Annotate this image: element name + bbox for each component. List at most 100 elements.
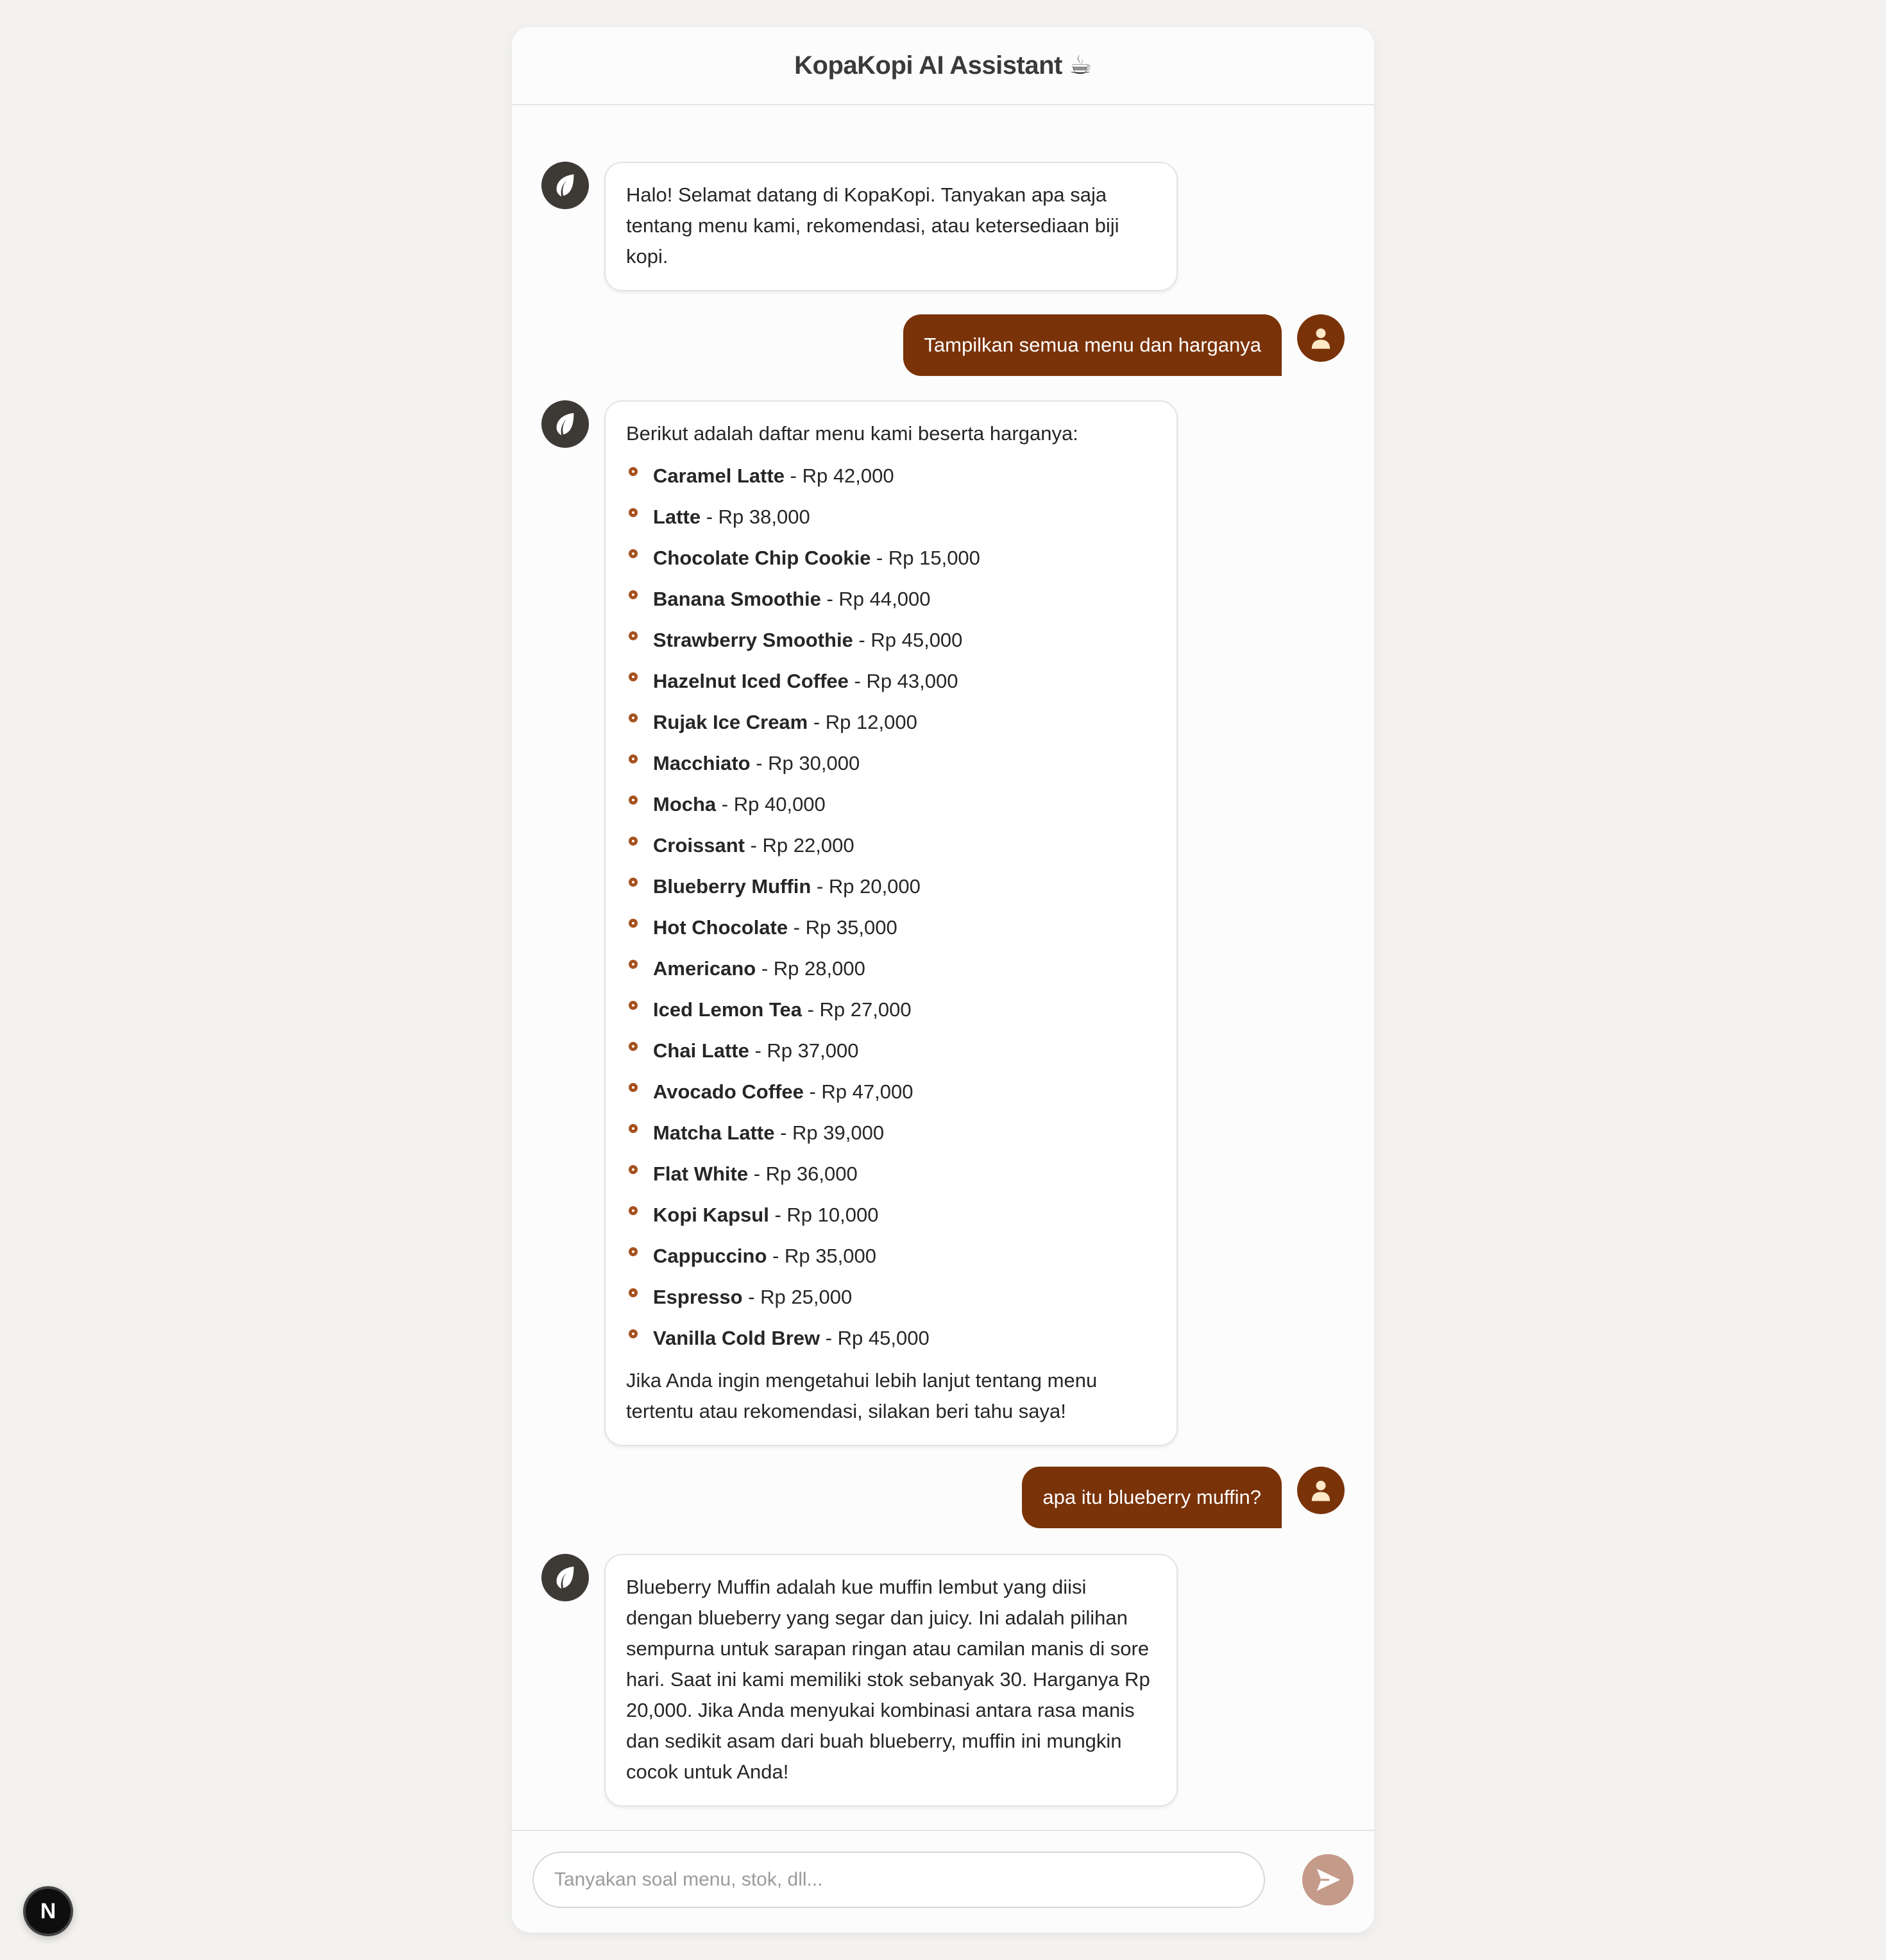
menu-item-price: - Rp 22,000 <box>744 834 854 856</box>
menu-item-price: - Rp 35,000 <box>767 1245 877 1267</box>
send-arrow-icon <box>1316 1868 1341 1891</box>
menu-item-price: - Rp 20,000 <box>811 875 921 898</box>
menu-item-name: Iced Lemon Tea <box>653 998 802 1021</box>
message-text: Halo! Selamat datang di KopaKopi. Tanyak… <box>626 183 1119 268</box>
user-icon <box>1311 1481 1330 1501</box>
leaf-icon <box>556 413 574 436</box>
menu-item-name: Croissant <box>653 834 745 856</box>
assistant-message: Berikut adalah daftar menu kami beserta … <box>541 400 1178 1446</box>
bullet-icon <box>629 1288 638 1297</box>
bullet-icon <box>629 919 638 928</box>
menu-item-price: - Rp 43,000 <box>848 670 958 692</box>
send-button[interactable] <box>1302 1854 1354 1905</box>
assistant-message: Blueberry Muffin adalah kue muffin lembu… <box>541 1554 1178 1807</box>
leaf-icon <box>556 174 574 197</box>
menu-item-name: Matcha Latte <box>653 1121 775 1144</box>
menu-item-price: - Rp 30,000 <box>750 752 860 774</box>
menu-item: Caramel Latte - Rp 42,000 <box>626 456 1156 497</box>
menu-item-price: - Rp 42,000 <box>785 464 894 487</box>
menu-item-price: - Rp 25,000 <box>742 1286 853 1308</box>
menu-item-name: Strawberry Smoothie <box>653 629 853 651</box>
menu-item-name: Caramel Latte <box>653 464 785 487</box>
menu-outro: Jika Anda ingin mengetahui lebih lanjut … <box>626 1369 1098 1422</box>
menu-item: Iced Lemon Tea - Rp 27,000 <box>626 989 1156 1030</box>
menu-item-name: Americano <box>653 957 756 980</box>
menu-item-name: Chai Latte <box>653 1039 749 1062</box>
menu-item-name: Hot Chocolate <box>653 916 788 939</box>
assistant-bubble: Blueberry Muffin adalah kue muffin lembu… <box>604 1554 1178 1807</box>
bullet-icon <box>629 1329 638 1338</box>
menu-item-name: Macchiato <box>653 752 751 774</box>
menu-item-name: Mocha <box>653 793 717 815</box>
menu-item-price: - Rp 28,000 <box>756 957 865 980</box>
menu-item: Rujak Ice Cream - Rp 12,000 <box>626 702 1156 743</box>
bullet-icon <box>629 1042 638 1051</box>
bullet-icon <box>629 1165 638 1174</box>
menu-list: Caramel Latte - Rp 42,000 Latte - Rp 38,0… <box>626 456 1156 1359</box>
menu-item: Strawberry Smoothie - Rp 45,000 <box>626 620 1156 661</box>
user-bubble: apa itu blueberry muffin? <box>1022 1467 1282 1528</box>
bullet-icon <box>629 631 638 640</box>
menu-item: Croissant - Rp 22,000 <box>626 825 1156 866</box>
menu-item: Vanilla Cold Brew - Rp 45,000 <box>626 1318 1156 1359</box>
menu-item-price: - Rp 36,000 <box>748 1163 858 1185</box>
bullet-icon <box>629 508 638 517</box>
assistant-message: Halo! Selamat datang di KopaKopi. Tanyak… <box>541 162 1178 291</box>
bullet-icon <box>629 1083 638 1092</box>
bullet-icon <box>629 1124 638 1133</box>
chat-window: KopaKopi AI Assistant ☕ Halo! Selamat da… <box>512 27 1374 1932</box>
menu-item: Cappuccino - Rp 35,000 <box>626 1236 1156 1277</box>
bullet-icon <box>629 713 638 722</box>
message-text: Tampilkan semua menu dan harganya <box>924 334 1261 356</box>
assistant-bubble: Berikut adalah daftar menu kami beserta … <box>604 400 1178 1446</box>
menu-item-name: Rujak Ice Cream <box>653 711 808 733</box>
menu-item-name: Blueberry Muffin <box>653 875 811 898</box>
chat-input[interactable] <box>532 1852 1265 1908</box>
bullet-icon <box>629 1001 638 1010</box>
menu-item-name: Chocolate Chip Cookie <box>653 547 871 569</box>
menu-item: Espresso - Rp 25,000 <box>626 1277 1156 1318</box>
menu-item-name: Avocado Coffee <box>653 1080 804 1103</box>
user-bubble: Tampilkan semua menu dan harganya <box>903 314 1282 376</box>
assistant-avatar <box>541 400 589 448</box>
bullet-icon <box>629 590 638 599</box>
menu-intro: Berikut adalah daftar menu kami beserta … <box>626 422 1078 445</box>
bullet-icon <box>629 754 638 763</box>
menu-item: Macchiato - Rp 30,000 <box>626 743 1156 784</box>
message-list[interactable]: Halo! Selamat datang di KopaKopi. Tanyak… <box>512 105 1374 1859</box>
menu-item-price: - Rp 38,000 <box>701 506 810 528</box>
menu-item-price: - Rp 44,000 <box>820 588 931 610</box>
menu-item-name: Cappuccino <box>653 1245 767 1267</box>
bullet-icon <box>629 796 638 805</box>
menu-item: Banana Smoothie - Rp 44,000 <box>626 579 1156 620</box>
menu-item-price: - Rp 45,000 <box>853 629 963 651</box>
page-title: KopaKopi AI Assistant ☕ <box>794 51 1092 80</box>
menu-item: Latte - Rp 38,000 <box>626 497 1156 538</box>
bullet-icon <box>629 1247 638 1256</box>
menu-item-name: Espresso <box>653 1286 743 1308</box>
menu-item: Chai Latte - Rp 37,000 <box>626 1030 1156 1071</box>
menu-item-price: - Rp 27,000 <box>802 998 912 1021</box>
menu-item: Hot Chocolate - Rp 35,000 <box>626 907 1156 948</box>
bullet-icon <box>629 1206 638 1215</box>
menu-item: Matcha Latte - Rp 39,000 <box>626 1112 1156 1154</box>
chat-header: KopaKopi AI Assistant ☕ <box>512 27 1374 105</box>
user-message: apa itu blueberry muffin? <box>1022 1467 1345 1528</box>
bullet-icon <box>629 837 638 846</box>
bullet-icon <box>629 672 638 681</box>
menu-item-price: - Rp 15,000 <box>871 547 980 569</box>
bullet-icon <box>629 960 638 969</box>
menu-item-price: - Rp 37,000 <box>749 1039 859 1062</box>
menu-item-price: - Rp 12,000 <box>808 711 917 733</box>
menu-item: Flat White - Rp 36,000 <box>626 1154 1156 1195</box>
bullet-icon <box>629 549 638 558</box>
assistant-avatar <box>541 162 589 209</box>
menu-item-price: - Rp 10,000 <box>769 1204 879 1226</box>
menu-item: Avocado Coffee - Rp 47,000 <box>626 1071 1156 1112</box>
message-text: Blueberry Muffin adalah kue muffin lembu… <box>626 1576 1150 1783</box>
nextjs-logo[interactable]: N <box>23 1886 73 1936</box>
menu-item-name: Hazelnut Iced Coffee <box>653 670 849 692</box>
menu-item-price: - Rp 45,000 <box>820 1327 930 1349</box>
menu-item-price: - Rp 35,000 <box>788 916 897 939</box>
menu-item: Hazelnut Iced Coffee - Rp 43,000 <box>626 661 1156 702</box>
